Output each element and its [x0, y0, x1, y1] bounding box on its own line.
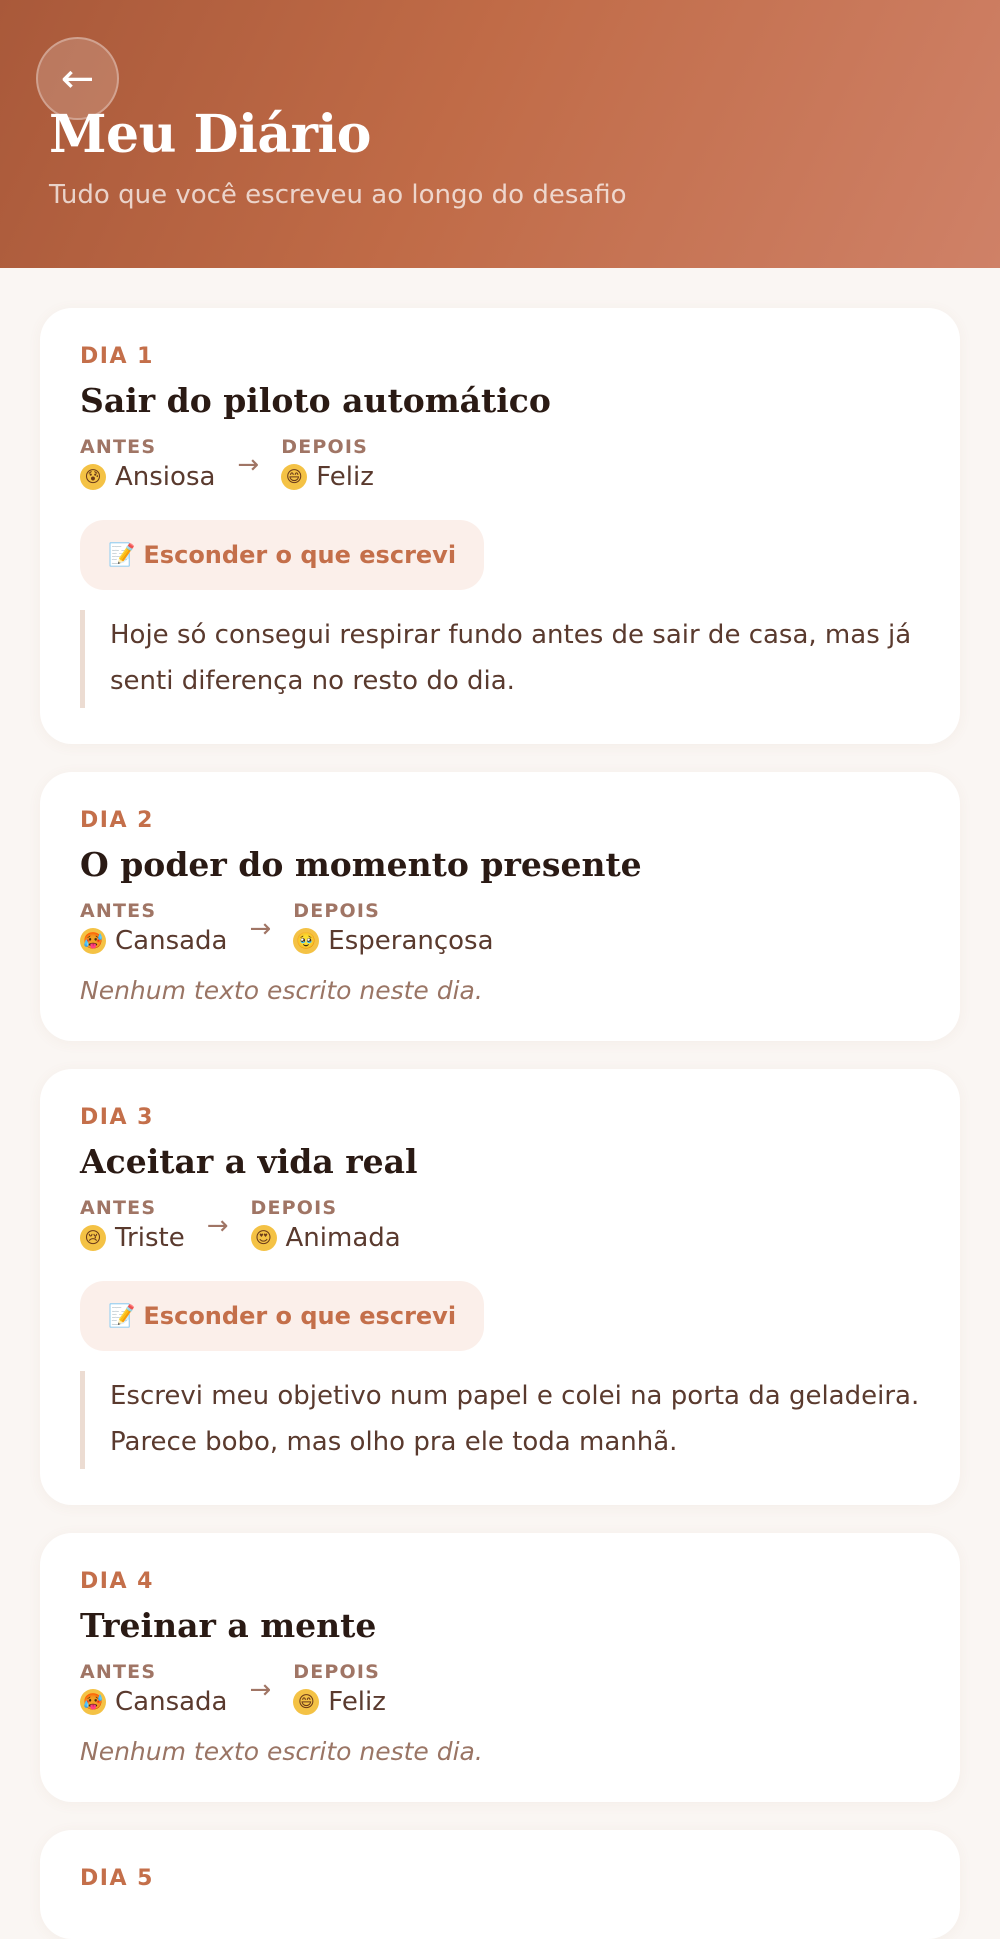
- mood-after-caption: DEPOIS: [281, 436, 368, 458]
- mood-before-value: Ansiosa: [115, 462, 216, 492]
- day-label: DIA 2: [80, 808, 154, 833]
- arrow-right-icon: →: [237, 450, 260, 480]
- diary-list: DIA 1 Sair do piloto automático ANTES 😰 …: [0, 268, 1000, 1939]
- day-title: Sair do piloto automático: [80, 381, 551, 420]
- day-title: Aceitar a vida real: [80, 1142, 418, 1181]
- memo-icon: 📝: [108, 1303, 136, 1329]
- day-title: O poder do momento presente: [80, 845, 642, 884]
- diary-card: DIA 5: [40, 1830, 960, 1939]
- mood-before: ANTES 😰 Ansiosa: [80, 436, 215, 492]
- mood-before: ANTES 🥵 Cansada: [80, 900, 227, 956]
- mood-comparison: ANTES 😢 Triste → DEPOIS 😍 Animada: [80, 1197, 920, 1253]
- sad-face-icon: 😢: [80, 1225, 106, 1251]
- arrow-left-icon: ←: [60, 55, 95, 102]
- mood-after-caption: DEPOIS: [250, 1197, 338, 1219]
- hide-entry-label: Esconder o que escrevi: [143, 541, 457, 569]
- entry-text: Escrevi meu objetivo num papel e colei n…: [80, 1371, 920, 1469]
- mood-before-caption: ANTES: [80, 436, 157, 458]
- anxious-face-icon: 😰: [80, 464, 106, 490]
- empty-entry-text: Nenhum texto escrito neste dia.: [80, 1737, 483, 1766]
- diary-card: DIA 1 Sair do piloto automático ANTES 😰 …: [40, 308, 960, 744]
- page-subtitle: Tudo que você escreveu ao longo do desaf…: [49, 180, 627, 210]
- entry-text: Hoje só consegui respirar fundo antes de…: [80, 610, 920, 708]
- mood-comparison: ANTES 😰 Ansiosa → DEPOIS 😄 Feliz: [80, 436, 920, 492]
- mood-before-caption: ANTES: [80, 900, 157, 922]
- day-label: DIA 1: [80, 344, 154, 369]
- page-title: Meu Diário: [49, 104, 371, 165]
- happy-face-icon: 😄: [281, 464, 308, 490]
- mood-before: ANTES 😢 Triste: [80, 1197, 185, 1253]
- mood-after-value: Esperançosa: [328, 926, 494, 956]
- mood-after-caption: DEPOIS: [293, 900, 381, 922]
- tired-face-icon: 🥵: [80, 928, 106, 954]
- mood-before-value: Cansada: [115, 1687, 228, 1717]
- mood-comparison: ANTES 🥵 Cansada → DEPOIS 😄 Feliz: [80, 1661, 920, 1717]
- diary-card: DIA 3 Aceitar a vida real ANTES 😢 Triste…: [40, 1069, 960, 1505]
- arrow-right-icon: →: [249, 914, 272, 944]
- mood-after: DEPOIS 🥹 Esperançosa: [293, 900, 494, 956]
- mood-after: DEPOIS 😍 Animada: [250, 1197, 401, 1253]
- day-label: DIA 3: [80, 1105, 154, 1130]
- tired-face-icon: 🥵: [80, 1689, 106, 1715]
- arrow-right-icon: →: [206, 1211, 229, 1241]
- empty-entry-text: Nenhum texto escrito neste dia.: [80, 976, 483, 1005]
- hide-entry-button[interactable]: 📝 Esconder o que escrevi: [80, 1281, 485, 1351]
- mood-after-value: Feliz: [328, 1687, 386, 1717]
- diary-card: DIA 4 Treinar a mente ANTES 🥵 Cansada → …: [40, 1533, 960, 1802]
- diary-card: DIA 2 O poder do momento presente ANTES …: [40, 772, 960, 1041]
- arrow-right-icon: →: [249, 1675, 272, 1705]
- mood-after-value: Feliz: [316, 462, 374, 492]
- hopeful-face-icon: 🥹: [293, 928, 320, 954]
- page-header: ← Meu Diário Tudo que você escreveu ao l…: [0, 0, 1000, 268]
- mood-after: DEPOIS 😄 Feliz: [281, 436, 374, 492]
- mood-before: ANTES 🥵 Cansada: [80, 1661, 227, 1717]
- mood-before-value: Triste: [115, 1223, 185, 1253]
- hide-entry-button[interactable]: 📝 Esconder o que escrevi: [80, 520, 485, 590]
- mood-before-caption: ANTES: [80, 1661, 157, 1683]
- day-label: DIA 5: [80, 1866, 154, 1891]
- mood-after-value: Animada: [285, 1223, 401, 1253]
- mood-comparison: ANTES 🥵 Cansada → DEPOIS 🥹 Esperançosa: [80, 900, 920, 956]
- happy-face-icon: 😄: [293, 1689, 320, 1715]
- mood-after: DEPOIS 😄 Feliz: [293, 1661, 386, 1717]
- memo-icon: 📝: [108, 542, 136, 568]
- day-label: DIA 4: [80, 1569, 154, 1594]
- heart-eyes-face-icon: 😍: [250, 1225, 277, 1251]
- mood-after-caption: DEPOIS: [293, 1661, 381, 1683]
- mood-before-caption: ANTES: [80, 1197, 157, 1219]
- day-title: Treinar a mente: [80, 1606, 377, 1645]
- hide-entry-label: Esconder o que escrevi: [143, 1302, 457, 1330]
- mood-before-value: Cansada: [115, 926, 228, 956]
